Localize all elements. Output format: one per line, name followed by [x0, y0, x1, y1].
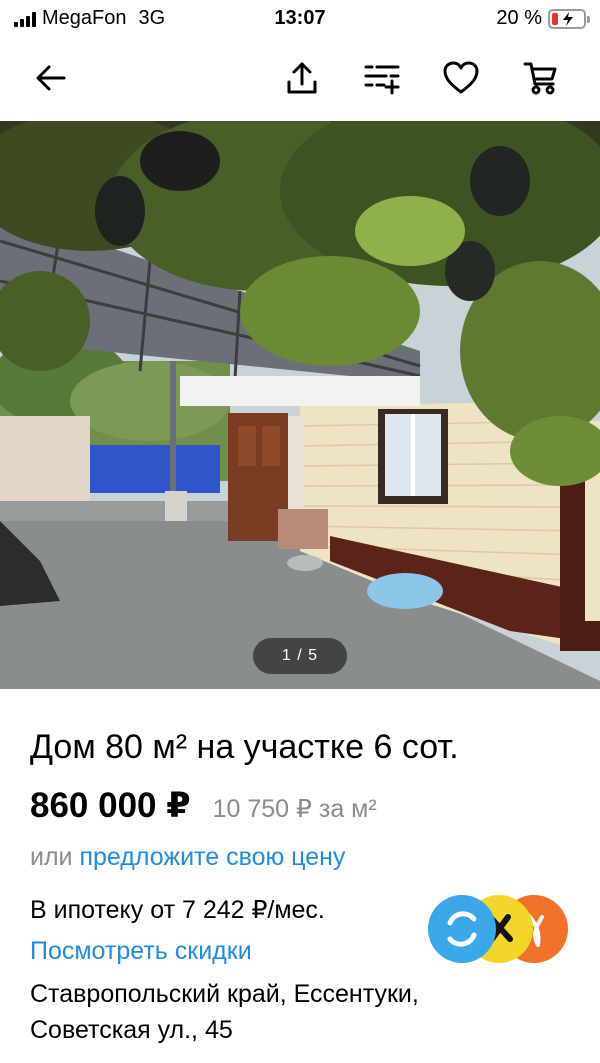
nav-bar: [0, 48, 600, 108]
share-icon[interactable]: [280, 56, 324, 100]
offer-prefix: или: [30, 843, 73, 871]
bank-blue-logo-icon: [428, 895, 496, 963]
status-bar: MegaFon 3G 13:07 20 %: [0, 0, 600, 40]
listing-title: Дом 80 м² на участке 6 сот.: [30, 728, 459, 766]
house-photo-image: [0, 121, 600, 689]
discounts-link[interactable]: Посмотреть скидки: [30, 937, 252, 966]
network-type: 3G: [138, 7, 166, 29]
offer-price-link[interactable]: предложите свою цену: [79, 843, 345, 871]
address-line-2: Советская ул., 45: [30, 1016, 233, 1044]
signal-icon: [14, 11, 36, 27]
photo-counter: 1 / 5: [253, 638, 347, 674]
price-row: 860 000 ₽ 10 750 ₽ за м²: [30, 786, 377, 826]
carrier-name: MegaFon: [42, 7, 127, 29]
heart-icon[interactable]: [439, 56, 483, 100]
battery-percent: 20 %: [496, 7, 542, 29]
address-line-1: Ставропольский край, Ессентуки,: [30, 980, 419, 1008]
back-arrow-icon[interactable]: [29, 56, 73, 100]
cart-icon[interactable]: [518, 56, 562, 100]
price-per-m2: 10 750 ₽ за м²: [212, 795, 377, 823]
status-left: MegaFon 3G: [14, 7, 165, 30]
offer-line: или предложите свою цену: [30, 843, 345, 872]
listing-photo[interactable]: [0, 121, 600, 689]
status-right: 20 %: [496, 7, 590, 30]
price: 860 000 ₽: [30, 786, 191, 825]
bank-logos[interactable]: [424, 893, 574, 965]
battery-icon: [548, 8, 590, 29]
compare-icon[interactable]: [360, 56, 404, 100]
mortgage-text: В ипотеку от 7 242 ₽/мес.: [30, 896, 325, 924]
